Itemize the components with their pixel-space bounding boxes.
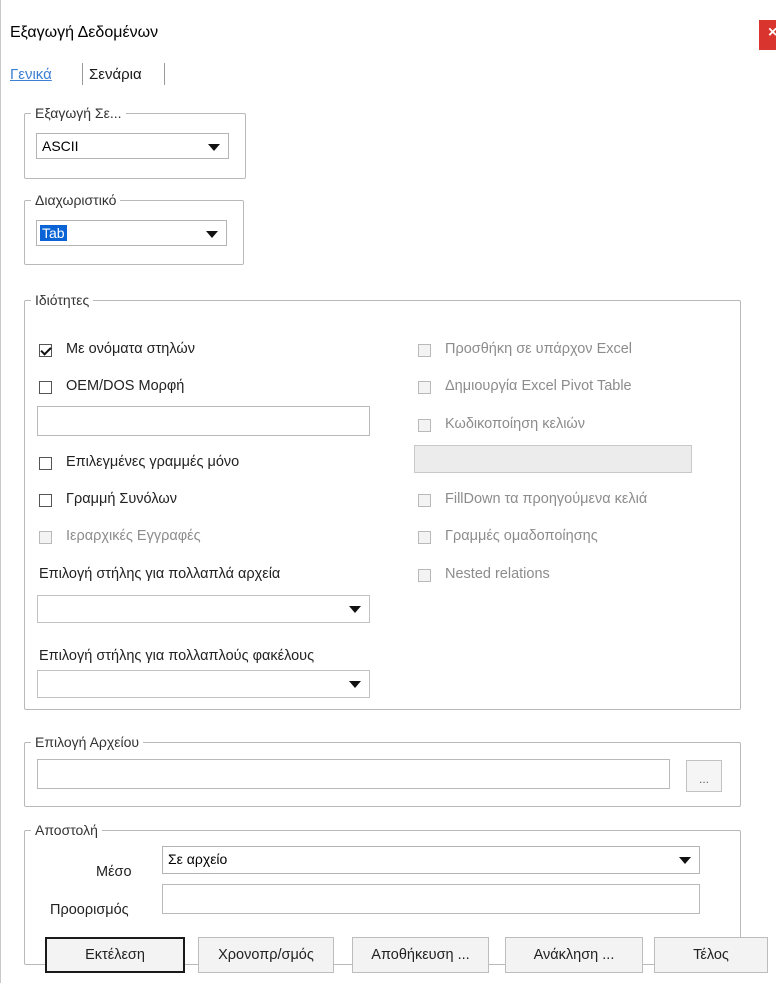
cell-encoding-label: Κωδικοποίηση κελιών: [445, 416, 585, 432]
browse-button[interactable]: ...: [686, 760, 722, 792]
destination-input[interactable]: [162, 884, 700, 914]
cell-encoding-checkbox[interactable]: [418, 419, 431, 432]
oem-dos-input[interactable]: [37, 406, 370, 436]
column-names-label: Με ονόματα στηλών: [66, 341, 195, 357]
destination-label: Προορισμός: [50, 902, 129, 918]
chevron-down-icon: [206, 231, 218, 238]
totals-row-label: Γραμμή Συνόλων: [66, 491, 177, 507]
tab-scenarios[interactable]: Σενάρια: [89, 66, 142, 83]
window-title: Εξαγωγή Δεδομένων: [10, 24, 159, 41]
oem-dos-checkbox[interactable]: [39, 381, 52, 394]
grouping-rows-checkbox[interactable]: [418, 531, 431, 544]
save-button[interactable]: Αποθήκευση ...: [352, 937, 489, 973]
selected-rows-label: Επιλεγμένες γραμμές μόνο: [66, 454, 240, 470]
multi-files-select[interactable]: [37, 595, 370, 623]
selected-rows-checkbox[interactable]: [39, 457, 52, 470]
nested-relations-label: Nested relations: [445, 566, 550, 582]
close-button[interactable]: ×: [759, 20, 776, 50]
nested-relations-checkbox[interactable]: [418, 569, 431, 582]
chevron-down-icon: [679, 857, 691, 864]
multi-folders-select[interactable]: [37, 670, 370, 698]
export-to-legend: Εξαγωγή Σε...: [35, 105, 122, 121]
medium-label: Μέσο: [96, 864, 132, 880]
filldown-checkbox[interactable]: [418, 494, 431, 507]
close-icon: ×: [768, 24, 776, 41]
chevron-down-icon: [349, 606, 361, 613]
medium-select[interactable]: Σε αρχείο: [162, 846, 700, 874]
append-excel-checkbox[interactable]: [418, 344, 431, 357]
tab-separator: [82, 63, 83, 85]
send-legend: Αποστολή: [35, 822, 98, 838]
export-to-select[interactable]: ASCII: [36, 133, 229, 159]
recall-button[interactable]: Ανάκληση ...: [505, 937, 643, 973]
schedule-button[interactable]: Χρονοπρ/σμός: [198, 937, 334, 973]
tab-separator: [164, 63, 165, 85]
export-to-value: ASCII: [42, 138, 79, 154]
hierarchical-records-checkbox[interactable]: [39, 531, 52, 544]
execute-button[interactable]: Εκτέλεση: [45, 937, 185, 973]
delimiter-select[interactable]: Tab: [36, 220, 227, 246]
chevron-down-icon: [208, 144, 220, 151]
window-border: [0, 0, 1, 983]
chevron-down-icon: [349, 681, 361, 688]
oem-dos-label: OEM/DOS Μορφή: [66, 378, 185, 394]
cell-encoding-input[interactable]: [414, 445, 692, 473]
medium-value: Σε αρχείο: [168, 851, 228, 867]
grouping-rows-label: Γραμμές ομαδοποίησης: [445, 528, 598, 544]
totals-row-checkbox[interactable]: [39, 494, 52, 507]
filldown-label: FillDown τα προηγούμενα κελιά: [445, 491, 648, 507]
delimiter-legend: Διαχωριστικό: [35, 192, 117, 208]
file-path-input[interactable]: [37, 759, 670, 789]
hierarchical-records-label: Ιεραρχικές Εγγραφές: [66, 528, 201, 544]
properties-legend: Ιδιότητες: [35, 292, 90, 308]
file-select-legend: Επιλογή Αρχείου: [35, 734, 140, 750]
multi-folders-label: Επιλογή στήλης για πολλαπλούς φακέλους: [39, 648, 315, 664]
append-excel-label: Προσθήκη σε υπάρχον Excel: [445, 341, 633, 357]
tab-general[interactable]: Γενικά: [10, 66, 52, 83]
multi-files-label: Επιλογή στήλης για πολλαπλά αρχεία: [39, 566, 281, 582]
excel-pivot-checkbox[interactable]: [418, 381, 431, 394]
delimiter-value: Tab: [40, 225, 67, 241]
end-button[interactable]: Τέλος: [654, 937, 768, 973]
excel-pivot-label: Δημιουργία Excel Pivot Table: [445, 378, 632, 394]
column-names-checkbox[interactable]: [39, 344, 52, 357]
